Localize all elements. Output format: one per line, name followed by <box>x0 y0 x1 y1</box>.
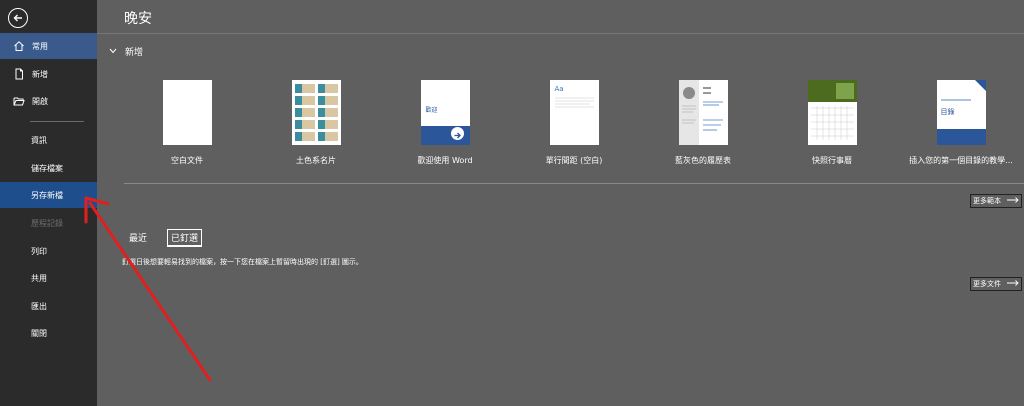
template-label: 空白文件 <box>171 156 203 165</box>
pinned-description: 釘選日後想要輕易找到的檔案，按一下您在檔案上暫留時出現的 [釘選] 圖示。 <box>122 258 363 266</box>
tab-pinned[interactable]: 已釘選 <box>167 229 203 247</box>
sidebar-item-new[interactable]: 新增 <box>0 61 97 87</box>
template-thumbnail <box>291 80 341 145</box>
template-thumbnail <box>807 80 857 145</box>
sidebar-item-label: 關閉 <box>31 328 47 338</box>
sidebar-divider <box>30 121 84 122</box>
template-snapshot-calendar[interactable]: 快照行事曆 <box>777 80 887 166</box>
sidebar-item-export[interactable]: 匯出 <box>0 293 97 319</box>
greeting-title: 晚安 <box>124 11 152 27</box>
sidebar-item-label: 儲存檔案 <box>31 163 63 173</box>
more-templates-link[interactable]: 更多範本 <box>970 194 1022 208</box>
files-tabs: 最近 已釘選 <box>127 229 220 247</box>
new-section-header[interactable]: 新增 <box>109 45 143 58</box>
sidebar-item-label: 匯出 <box>31 301 47 311</box>
template-welcome-word[interactable]: 歡迎 歡迎使用 Word <box>390 80 500 166</box>
template-thumbnail: Aa <box>549 80 599 145</box>
template-thumb-text: 歡迎 <box>425 107 438 114</box>
arrow-right-icon <box>450 127 464 140</box>
sidebar-item-history: 歷程記錄 <box>0 210 97 236</box>
new-document-icon <box>12 67 26 81</box>
sidebar-item-home[interactable]: 常用 <box>0 33 97 59</box>
sidebar-item-print[interactable]: 列印 <box>0 238 97 264</box>
template-thumb-text: 目錄 <box>940 108 955 116</box>
sidebar-item-open[interactable]: 開啟 <box>0 88 97 114</box>
home-icon <box>12 39 26 53</box>
more-documents-label: 更多文件 <box>973 280 1001 288</box>
template-blue-gray-resume[interactable]: 藍灰色的履歷表 <box>648 80 758 166</box>
arrow-right-icon <box>1007 197 1019 205</box>
template-thumbnail <box>678 80 728 145</box>
template-thumbnail: 歡迎 <box>420 80 470 145</box>
sidebar-item-label: 歷程記錄 <box>31 218 63 228</box>
template-thumbnail: 目錄 <box>936 80 986 145</box>
template-toc-tutorial[interactable]: 目錄 插入您的第一個目錄的教學... <box>906 80 1016 166</box>
folder-open-icon <box>12 94 26 108</box>
main-panel: 晚安 新增 空白文件 土色系名片 歡迎 歡迎使用 Word Aa 單行間距 (空… <box>97 0 1024 406</box>
arrow-right-icon <box>1007 280 1019 288</box>
template-blank-document[interactable]: 空白文件 <box>132 80 242 166</box>
sidebar-item-info[interactable]: 資訊 <box>0 127 97 153</box>
template-label: 單行間距 (空白) <box>545 156 603 165</box>
sidebar-item-label: 共用 <box>31 273 47 283</box>
sidebar-item-save-as[interactable]: 另存新檔 <box>0 182 97 208</box>
more-documents-link[interactable]: 更多文件 <box>970 277 1022 291</box>
sidebar-item-label: 列印 <box>31 246 47 256</box>
sidebar-item-label: 另存新檔 <box>31 190 63 200</box>
sidebar-item-label: 開啟 <box>32 96 48 106</box>
tab-recent[interactable]: 最近 <box>127 229 149 247</box>
more-templates-label: 更多範本 <box>973 197 1001 205</box>
back-arrow-icon[interactable] <box>8 8 28 28</box>
divider <box>124 183 1024 184</box>
template-label: 快照行事曆 <box>812 156 852 165</box>
sidebar-item-share[interactable]: 共用 <box>0 265 97 291</box>
sidebar-item-save[interactable]: 儲存檔案 <box>0 155 97 181</box>
new-section-label: 新增 <box>125 48 144 58</box>
sidebar-item-close[interactable]: 關閉 <box>0 320 97 346</box>
template-business-cards[interactable]: 土色系名片 <box>261 80 371 166</box>
template-label: 插入您的第一個目錄的教學... <box>909 156 1013 165</box>
chevron-down-icon <box>109 47 117 57</box>
divider <box>97 33 1024 34</box>
sidebar-item-label: 新增 <box>32 69 48 79</box>
template-thumbnail <box>162 80 212 145</box>
sidebar-item-label: 資訊 <box>31 135 47 145</box>
sidebar-item-label: 常用 <box>32 41 48 51</box>
sidebar: 常用 新增 開啟 資訊 儲存檔案 另存新檔 歷程記錄 列印 共用 匯出 關閉 <box>0 0 97 406</box>
template-label: 歡迎使用 Word <box>417 156 473 165</box>
template-single-spaced[interactable]: Aa 單行間距 (空白) <box>519 80 629 166</box>
template-label: 藍灰色的履歷表 <box>675 156 731 165</box>
template-label: 土色系名片 <box>296 156 336 165</box>
